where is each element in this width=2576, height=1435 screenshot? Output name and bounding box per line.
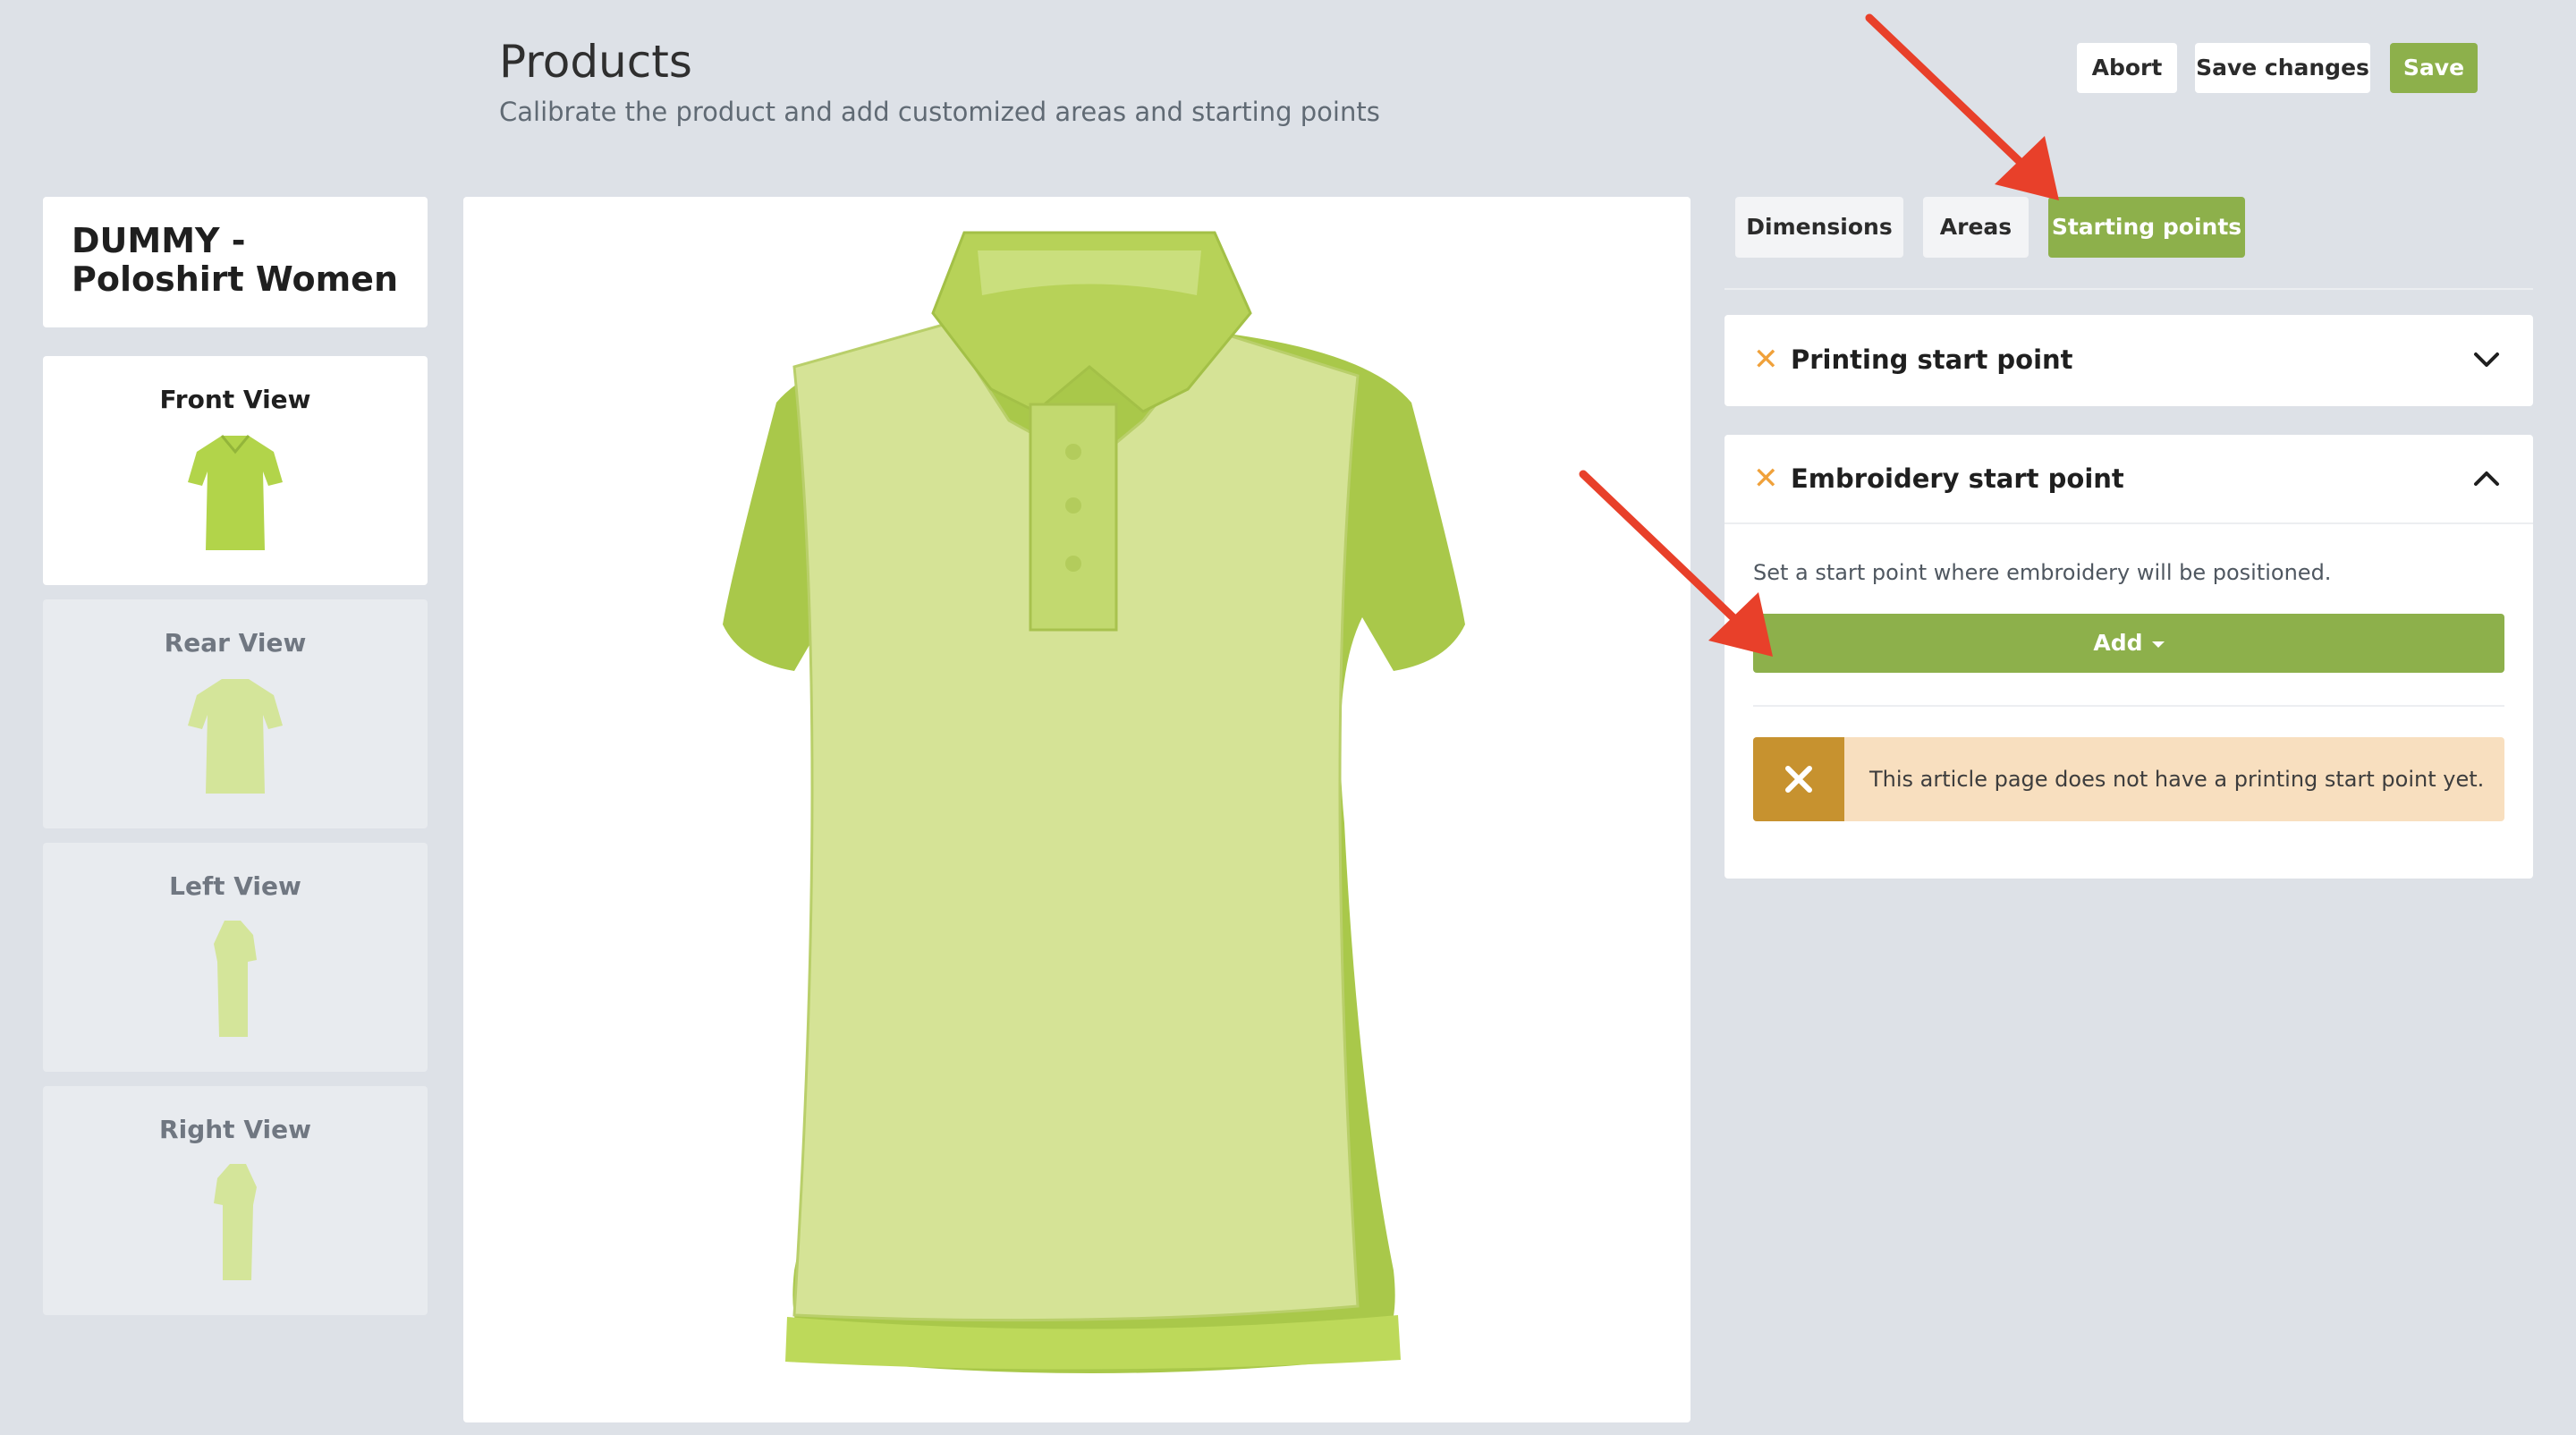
product-name: DUMMY - Poloshirt Women bbox=[43, 197, 428, 327]
add-start-point-button[interactable]: Add bbox=[1753, 614, 2504, 673]
printing-start-point-title: Printing start point bbox=[1791, 344, 2073, 375]
abort-button[interactable]: Abort bbox=[2077, 43, 2177, 93]
embroidery-start-point-header[interactable]: ✕ Embroidery start point bbox=[1724, 435, 2533, 524]
printing-start-point-header[interactable]: ✕ Printing start point bbox=[1724, 315, 2533, 404]
tabs-divider bbox=[1724, 288, 2533, 290]
view-card-rear[interactable]: Rear View bbox=[43, 599, 428, 828]
warning-alert: This article page does not have a printi… bbox=[1753, 737, 2504, 821]
chevron-down-icon[interactable] bbox=[2469, 342, 2504, 378]
page-title: Products bbox=[499, 36, 692, 88]
shirt-thumbnail-left bbox=[214, 921, 257, 1037]
shirt-thumbnail-right bbox=[214, 1164, 257, 1280]
view-label: Rear View bbox=[164, 628, 307, 658]
embroidery-hint-text: Set a start point where embroidery will … bbox=[1753, 560, 2332, 585]
tab-areas[interactable]: Areas bbox=[1923, 197, 2029, 258]
caret-down-icon bbox=[2151, 641, 2165, 648]
product-canvas[interactable] bbox=[463, 197, 1690, 1422]
close-icon bbox=[1753, 737, 1844, 821]
view-card-front[interactable]: Front View bbox=[43, 356, 428, 585]
section-divider bbox=[1753, 705, 2504, 707]
embroidery-start-point-panel: ✕ Embroidery start point Set a start poi… bbox=[1724, 435, 2533, 879]
embroidery-start-point-title: Embroidery start point bbox=[1791, 463, 2124, 494]
shirt-thumbnail-rear bbox=[188, 679, 283, 794]
shirt-thumbnail-front bbox=[188, 435, 283, 550]
tab-starting-points[interactable]: Starting points bbox=[2048, 197, 2245, 258]
polo-shirt-image bbox=[723, 231, 1465, 1373]
close-icon: ✕ bbox=[1753, 342, 1779, 378]
view-card-right[interactable]: Right View bbox=[43, 1086, 428, 1315]
annotation-arrow-icon bbox=[1865, 13, 2059, 200]
tab-dimensions[interactable]: Dimensions bbox=[1735, 197, 1903, 258]
view-label: Front View bbox=[159, 385, 311, 414]
view-card-left[interactable]: Left View bbox=[43, 843, 428, 1072]
add-button-label: Add bbox=[2093, 630, 2143, 656]
view-label: Left View bbox=[169, 871, 301, 901]
save-changes-button[interactable]: Save changes bbox=[2195, 43, 2370, 93]
warning-alert-text: This article page does not have a printi… bbox=[1869, 767, 2485, 792]
close-icon: ✕ bbox=[1753, 461, 1779, 497]
view-label: Right View bbox=[159, 1115, 311, 1144]
chevron-up-icon[interactable] bbox=[2469, 461, 2504, 497]
save-button[interactable]: Save bbox=[2390, 43, 2478, 93]
page-subtitle: Calibrate the product and add customized… bbox=[499, 97, 1380, 127]
printing-start-point-panel: ✕ Printing start point bbox=[1724, 315, 2533, 406]
